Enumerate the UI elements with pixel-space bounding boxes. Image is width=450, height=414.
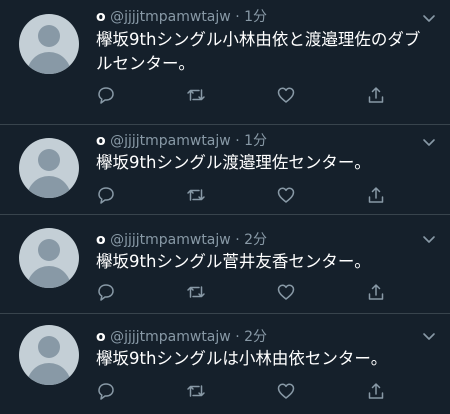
separator: ·	[235, 329, 240, 345]
heart-icon[interactable]	[276, 381, 296, 401]
tweet[interactable]: o @jjjjtmpamwtajw · 1分 欅坂9thシングル渡邉理佐センター…	[0, 125, 450, 215]
heart-icon[interactable]	[276, 85, 296, 105]
avatar[interactable]	[19, 325, 79, 385]
chevron-down-icon[interactable]	[422, 231, 436, 245]
tweet-text: 欅坂9thシングル菅井友香センター。	[96, 252, 371, 271]
retweet-icon[interactable]	[186, 282, 206, 302]
avatar-body	[27, 363, 71, 385]
share-icon[interactable]	[366, 282, 386, 302]
tweet[interactable]: o @jjjjtmpamwtajw · 2分 欅坂9thシングル菅井友香センター…	[0, 215, 450, 314]
timestamp[interactable]: 2分	[244, 329, 267, 345]
tweet-header: o @jjjjtmpamwtajw · 1分	[96, 8, 267, 26]
tweet-actions	[96, 185, 396, 205]
display-name[interactable]: o	[96, 133, 106, 149]
tweet[interactable]: o @jjjjtmpamwtajw · 1分 欅坂9thシングル小林由依と渡邉理…	[0, 0, 450, 125]
avatar[interactable]	[19, 14, 79, 74]
tweet-actions	[96, 381, 396, 401]
avatar-head	[38, 239, 60, 261]
user-handle[interactable]: @jjjjtmpamwtajw	[110, 329, 231, 345]
tweet-text: 欅坂9thシングルは小林由依センター。	[96, 349, 388, 368]
tweet-header: o @jjjjtmpamwtajw · 2分	[96, 328, 267, 346]
tweet-text: 欅坂9thシングル小林由依と渡邉理佐のダブルセンター。	[96, 30, 421, 73]
chevron-down-icon[interactable]	[422, 328, 436, 342]
retweet-icon[interactable]	[186, 381, 206, 401]
tweet-actions	[96, 85, 396, 105]
avatar-head	[38, 149, 60, 171]
display-name[interactable]: o	[96, 329, 106, 345]
timestamp[interactable]: 1分	[244, 133, 267, 149]
avatar[interactable]	[19, 138, 79, 198]
tweet[interactable]: o @jjjjtmpamwtajw · 2分 欅坂9thシングルは小林由依センタ…	[0, 314, 450, 414]
tweet-actions	[96, 282, 396, 302]
tweet-header: o @jjjjtmpamwtajw · 2分	[96, 231, 267, 249]
share-icon[interactable]	[366, 185, 386, 205]
retweet-icon[interactable]	[186, 85, 206, 105]
display-name[interactable]: o	[96, 232, 106, 248]
tweet-header: o @jjjjtmpamwtajw · 1分	[96, 132, 267, 150]
avatar-head	[38, 336, 60, 358]
avatar-body	[27, 52, 71, 74]
separator: ·	[235, 133, 240, 149]
chevron-down-icon[interactable]	[422, 10, 436, 24]
timeline: o @jjjjtmpamwtajw · 1分 欅坂9thシングル小林由依と渡邉理…	[0, 0, 450, 414]
retweet-icon[interactable]	[186, 185, 206, 205]
reply-icon[interactable]	[96, 381, 116, 401]
user-handle[interactable]: @jjjjtmpamwtajw	[110, 9, 231, 25]
reply-icon[interactable]	[96, 282, 116, 302]
separator: ·	[235, 9, 240, 25]
avatar-body	[27, 266, 71, 288]
tweet-text: 欅坂9thシングル渡邉理佐センター。	[96, 153, 371, 172]
reply-icon[interactable]	[96, 85, 116, 105]
user-handle[interactable]: @jjjjtmpamwtajw	[110, 133, 231, 149]
share-icon[interactable]	[366, 85, 386, 105]
share-icon[interactable]	[366, 381, 386, 401]
timestamp[interactable]: 1分	[244, 9, 267, 25]
reply-icon[interactable]	[96, 185, 116, 205]
heart-icon[interactable]	[276, 185, 296, 205]
avatar-body	[27, 176, 71, 198]
separator: ·	[235, 232, 240, 248]
chevron-down-icon[interactable]	[422, 134, 436, 148]
heart-icon[interactable]	[276, 282, 296, 302]
avatar-head	[38, 25, 60, 47]
user-handle[interactable]: @jjjjtmpamwtajw	[110, 232, 231, 248]
timestamp[interactable]: 2分	[244, 232, 267, 248]
display-name[interactable]: o	[96, 9, 106, 25]
avatar[interactable]	[19, 228, 79, 288]
